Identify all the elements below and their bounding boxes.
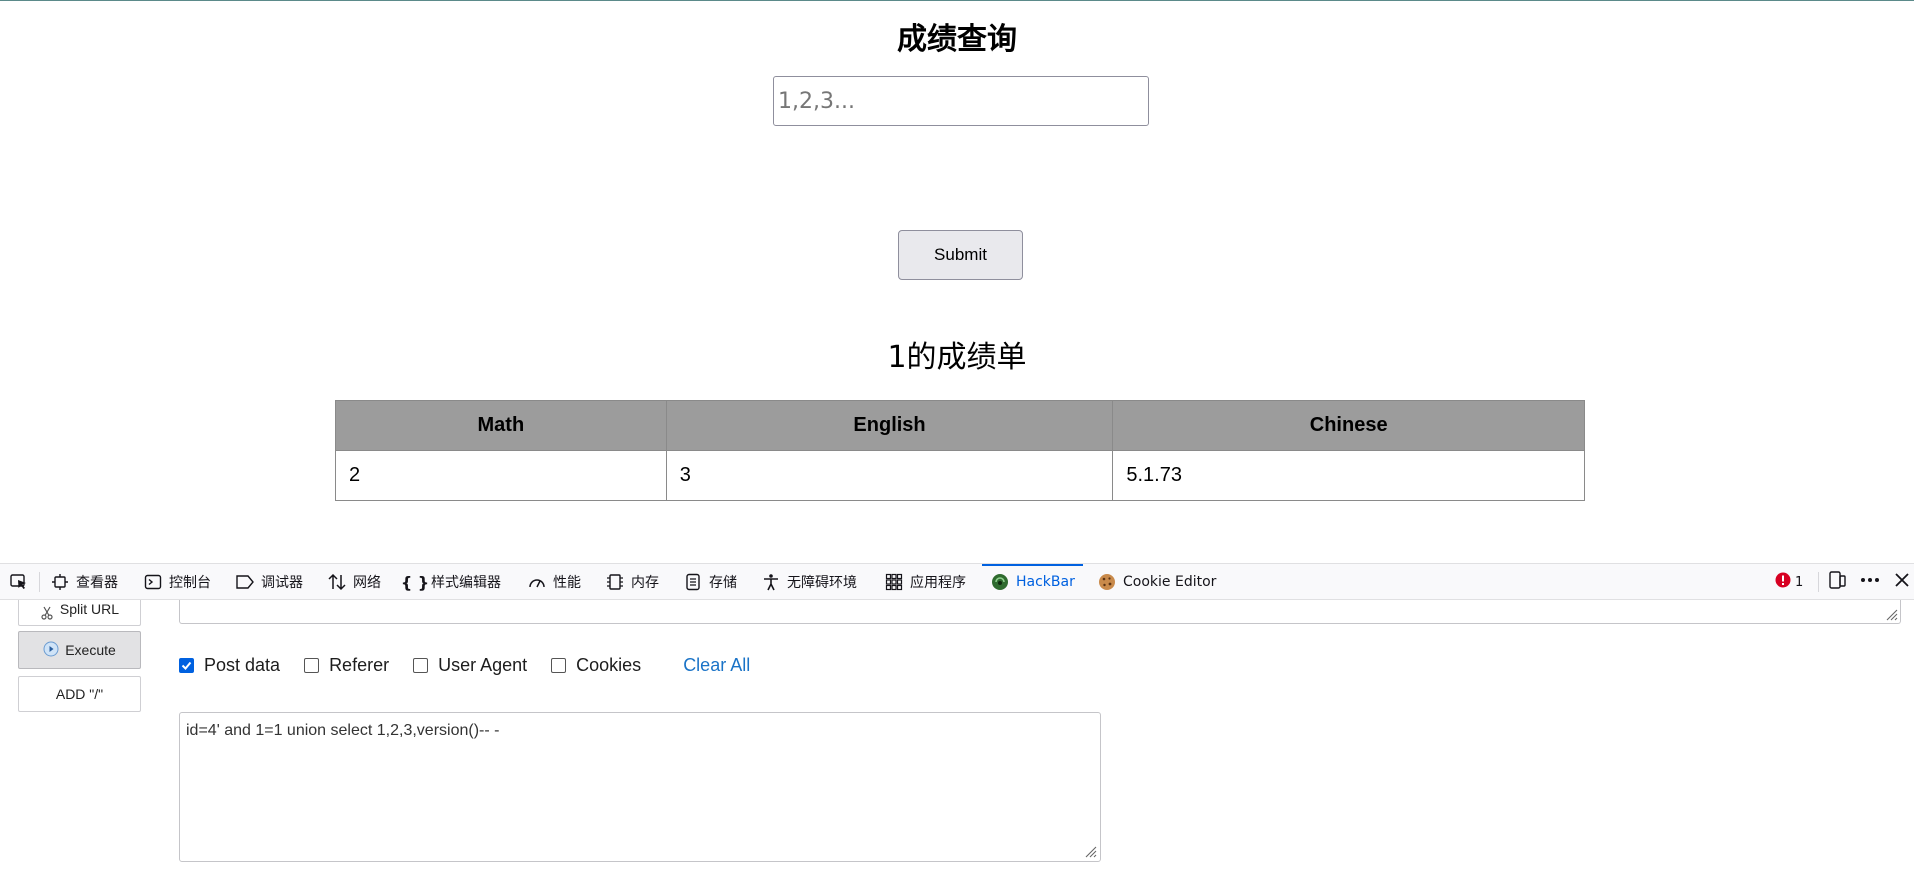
window-top-border — [0, 0, 1914, 1]
performance-icon — [527, 572, 547, 592]
checkbox-checked-icon[interactable] — [179, 657, 194, 673]
post-data-textarea[interactable]: id=4' and 1=1 union select 1,2,3,version… — [179, 712, 1101, 862]
tab-label: 样式编辑器 — [431, 575, 501, 591]
tab-cookie-editor[interactable]: Cookie Editor — [1097, 564, 1216, 600]
more-options-icon — [1859, 570, 1881, 594]
result-title: 1的成绩单 — [887, 340, 1027, 375]
cookie-icon — [1097, 572, 1117, 592]
hackbar-icon — [990, 572, 1010, 592]
error-count: 1 — [1795, 574, 1804, 590]
option-label: Post data — [204, 654, 281, 675]
split-url-label: Split URL — [59, 601, 120, 617]
option-user-agent[interactable]: User Agent — [413, 655, 527, 676]
tab-style-editor[interactable]: { } 样式编辑器 — [400, 564, 501, 600]
tab-inspector[interactable]: 查看器 — [50, 564, 118, 600]
checkbox-icon[interactable] — [551, 657, 567, 673]
tab-label: 应用程序 — [910, 575, 966, 591]
error-indicator[interactable]: 1 — [1775, 564, 1803, 600]
tab-label: 性能 — [553, 575, 581, 591]
tab-label: 调试器 — [261, 575, 303, 591]
tab-console[interactable]: 控制台 — [143, 564, 211, 600]
memory-icon — [605, 572, 625, 592]
application-icon — [884, 572, 904, 592]
score-table: Math English Chinese 2 3 5.1.73 — [335, 400, 1585, 501]
cell-english: 3 — [665, 450, 1114, 501]
table-header-row: Math English Chinese — [335, 400, 1585, 451]
tab-memory[interactable]: 内存 — [605, 564, 659, 600]
devtools-toolbar: 查看器 控制台 调试器 网络 { } 样式编辑器 性能 内存 存储 无障碍环境 … — [0, 564, 1914, 600]
more-options-button[interactable] — [1859, 564, 1881, 600]
tab-label: 存储 — [709, 575, 737, 591]
scissors-icon — [40, 606, 54, 623]
tab-debugger[interactable]: 调试器 — [235, 564, 303, 600]
tab-label: Cookie Editor — [1123, 574, 1217, 590]
split-url-button[interactable]: Split URL — [18, 600, 141, 626]
table-row: 2 3 5.1.73 — [335, 450, 1585, 501]
tab-hackbar[interactable]: HackBar — [982, 564, 1083, 600]
request-options: Post data Referer User Agent Cookies Cle… — [179, 652, 750, 678]
execute-button[interactable]: Execute — [18, 631, 141, 669]
checkbox-icon[interactable] — [413, 657, 429, 673]
cell-chinese: 5.1.73 — [1112, 450, 1585, 501]
tab-label: 无障碍环境 — [787, 575, 857, 591]
element-picker-icon — [9, 572, 29, 592]
add-slash-label: ADD "/" — [55, 686, 104, 702]
tab-label: 查看器 — [76, 575, 118, 591]
accessibility-icon — [761, 572, 781, 592]
play-icon — [43, 641, 59, 660]
tab-label: HackBar — [1016, 574, 1075, 590]
page-title: 成绩查询 — [897, 22, 1017, 57]
tab-label: 控制台 — [169, 575, 211, 591]
console-icon — [143, 572, 163, 592]
execute-label: Execute — [65, 642, 116, 658]
option-label: Referer — [329, 654, 390, 675]
option-cookies[interactable]: Cookies — [551, 655, 641, 676]
column-header-english: English — [665, 400, 1114, 451]
element-picker-button[interactable] — [9, 564, 29, 600]
column-header-chinese: Chinese — [1112, 400, 1585, 451]
resize-grip-icon[interactable] — [1083, 844, 1097, 858]
dock-toggle-button[interactable] — [1827, 564, 1847, 600]
close-devtools-button[interactable] — [1893, 564, 1911, 600]
devtools-panel: 查看器 控制台 调试器 网络 { } 样式编辑器 性能 内存 存储 无障碍环境 … — [0, 563, 1914, 880]
submit-button[interactable]: Submit — [898, 230, 1023, 280]
toolbar-separator — [39, 572, 40, 592]
tab-application[interactable]: 应用程序 — [884, 564, 966, 600]
tab-accessibility[interactable]: 无障碍环境 — [761, 564, 857, 600]
error-icon — [1775, 572, 1791, 592]
url-textarea[interactable] — [179, 600, 1901, 624]
inspector-icon — [50, 572, 70, 592]
close-icon — [1893, 571, 1911, 593]
tab-label: 网络 — [353, 575, 381, 591]
student-id-input[interactable] — [773, 76, 1149, 126]
tab-network[interactable]: 网络 — [327, 564, 381, 600]
column-header-math: Math — [335, 400, 667, 451]
option-post-data[interactable]: Post data — [179, 655, 280, 676]
tab-performance[interactable]: 性能 — [527, 564, 581, 600]
resize-grip-icon[interactable] — [1884, 607, 1898, 621]
tab-storage[interactable]: 存储 — [683, 564, 737, 600]
option-referer[interactable]: Referer — [304, 655, 389, 676]
toolbar-separator — [1818, 572, 1819, 592]
option-label: User Agent — [438, 654, 528, 675]
clear-all-link[interactable]: Clear All — [683, 655, 750, 676]
cell-math: 2 — [335, 450, 667, 501]
storage-icon — [683, 572, 703, 592]
style-editor-icon: { } — [400, 572, 430, 592]
dock-side-icon — [1827, 570, 1847, 594]
checkbox-icon[interactable] — [304, 657, 320, 673]
tab-label: 内存 — [631, 575, 659, 591]
debugger-icon — [235, 572, 255, 592]
option-label: Cookies — [576, 654, 642, 675]
add-slash-button[interactable]: ADD "/" — [18, 676, 141, 712]
network-icon — [327, 572, 347, 592]
